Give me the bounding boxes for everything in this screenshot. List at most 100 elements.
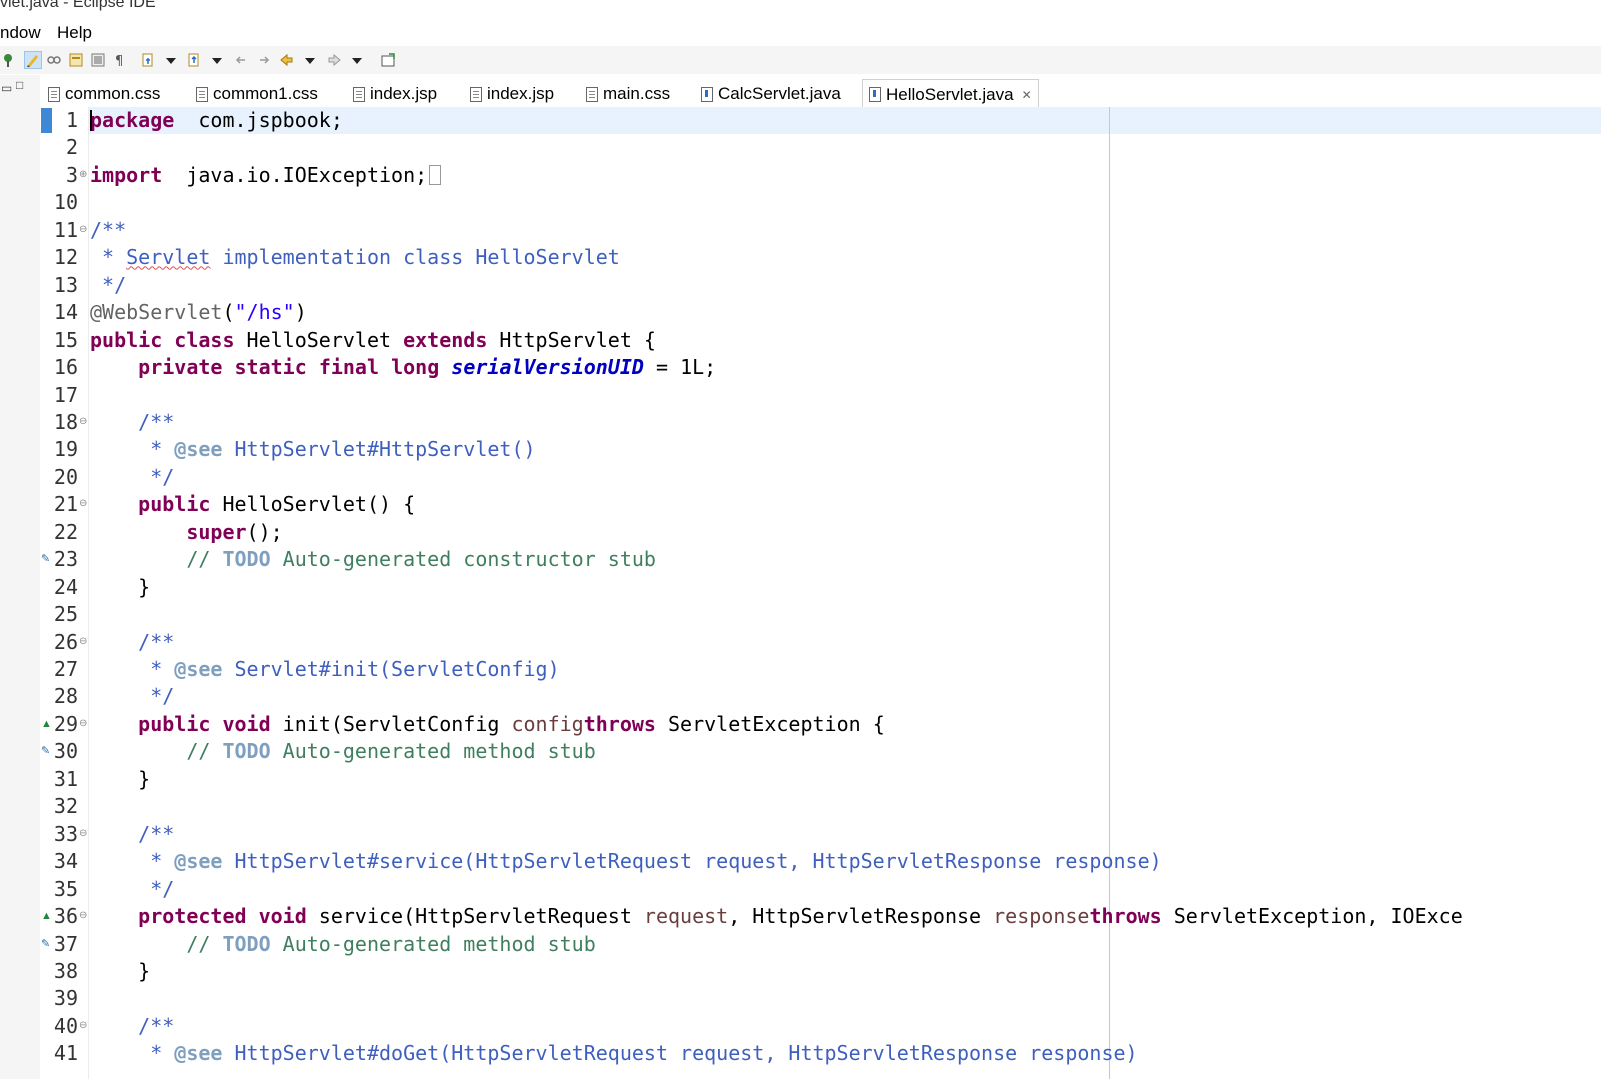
code-line[interactable]: 16 private static final long serialVersi… <box>40 354 1601 381</box>
line-number: 35 <box>53 876 78 901</box>
open-perspective-icon[interactable] <box>380 52 396 68</box>
code-text: // TODO Auto-generated method stub <box>186 739 596 764</box>
file-icon <box>470 86 482 102</box>
pin-icon[interactable] <box>0 52 16 68</box>
code-line[interactable]: 22 super(); <box>40 519 1601 546</box>
code-line[interactable]: 37 ✎ // TODO Auto-generated method stub <box>40 931 1601 958</box>
tab-helloservlet-java[interactable]: HelloServlet.java ✕ <box>862 79 1039 109</box>
file-icon <box>586 86 598 102</box>
collapse-icon[interactable]: ⊖ <box>79 224 87 235</box>
tab-common1-css[interactable]: common1.css <box>196 81 318 107</box>
override-marker-icon[interactable]: ▲ <box>41 911 52 922</box>
code-line[interactable]: 33 ⊖ /** <box>40 821 1601 848</box>
code-line[interactable]: 25 <box>40 601 1601 628</box>
code-line[interactable]: 3 ⊕ import java.io.IOException; <box>40 162 1601 189</box>
code-line[interactable]: 36 ⊖ ▲ protected void service(HttpServletR… <box>40 903 1601 930</box>
close-icon[interactable]: ✕ <box>1022 88 1032 102</box>
maximize-icon[interactable]: □ <box>16 78 23 92</box>
tab-calcservlet-java[interactable]: CalcServlet.java <box>701 81 841 107</box>
code-line[interactable]: 31 } <box>40 766 1601 793</box>
dropdown-icon[interactable] <box>209 52 225 68</box>
tab-label: common.css <box>65 84 161 103</box>
code-line[interactable]: 13 */ <box>40 272 1601 299</box>
highlight-icon[interactable] <box>24 51 42 69</box>
code-line[interactable]: 17 <box>40 382 1601 409</box>
code-line[interactable]: 35 */ <box>40 876 1601 903</box>
next-annotation-icon[interactable] <box>140 52 156 68</box>
folded-region-icon[interactable] <box>429 164 442 185</box>
code-text: /** <box>138 629 175 654</box>
code-line[interactable]: 29 ⊖ ▲ public void init(ServletConfig conf… <box>40 711 1601 738</box>
code-text: @WebServlet("/hs") <box>90 300 307 325</box>
back-icon[interactable] <box>279 52 295 68</box>
code-line[interactable]: 1 package com.jspbook; <box>40 107 1601 134</box>
dropdown-icon[interactable] <box>302 52 318 68</box>
line-number: 24 <box>53 574 78 599</box>
code-text: } <box>90 958 151 983</box>
code-line[interactable]: 12 * Servlet implementation class HelloS… <box>40 244 1601 271</box>
code-line[interactable]: 10 <box>40 189 1601 216</box>
code-line[interactable]: 23 ✎ // TODO Auto-generated constructor s… <box>40 546 1601 573</box>
collapse-icon[interactable]: ⊖ <box>79 636 87 647</box>
tab-index-jsp-2[interactable]: index.jsp <box>470 81 554 107</box>
collapse-icon[interactable]: ⊖ <box>79 416 87 427</box>
collapse-icon[interactable]: ⊖ <box>79 718 87 729</box>
line-number: 41 <box>53 1041 78 1066</box>
tab-common-css[interactable]: common.css <box>48 81 160 107</box>
collapse-icon[interactable]: ⊖ <box>79 828 87 839</box>
code-line[interactable]: 32 <box>40 793 1601 820</box>
code-line[interactable]: 34 * @see HttpServlet#service(HttpServle… <box>40 848 1601 875</box>
code-line[interactable]: 21 ⊖ public HelloServlet() { <box>40 491 1601 518</box>
restore-icon[interactable]: ▭ <box>1 81 12 95</box>
code-text: /** <box>90 217 127 242</box>
tab-label: CalcServlet.java <box>718 84 841 103</box>
collapse-icon[interactable]: ⊖ <box>79 911 87 921</box>
expand-icon[interactable]: ⊕ <box>79 169 87 180</box>
code-line[interactable]: 28 */ <box>40 683 1601 710</box>
forward-edit-icon[interactable] <box>256 52 272 68</box>
collapse-icon[interactable]: ⊖ <box>79 499 87 509</box>
line-number: 32 <box>53 794 78 819</box>
code-line[interactable]: 11 ⊖/** <box>40 217 1601 244</box>
menu-window[interactable]: ndow <box>0 23 41 43</box>
code-line[interactable]: 40 ⊖ /** <box>40 1013 1601 1040</box>
pilcrow-icon[interactable]: ¶ <box>112 52 128 68</box>
block-icon[interactable] <box>90 52 106 68</box>
last-edit-icon[interactable] <box>233 52 249 68</box>
forward-icon[interactable] <box>326 52 342 68</box>
left-panel-stub: ▭ □ <box>0 75 41 1079</box>
code-line[interactable]: 30 ✎ // TODO Auto-generated method stub <box>40 738 1601 765</box>
prev-annotation-icon[interactable] <box>186 52 202 68</box>
code-line[interactable]: 26 ⊖ /** <box>40 629 1601 656</box>
line-number: 21 <box>53 492 78 517</box>
code-editor[interactable]: 1 package com.jspbook; 2 3 ⊕ import java.io.I… <box>40 107 1601 1079</box>
annotation-icon[interactable] <box>68 52 84 68</box>
task-marker-icon[interactable]: ✎ <box>41 938 50 950</box>
code-line[interactable]: 18 ⊖ /** <box>40 409 1601 436</box>
code-line[interactable]: 39 <box>40 985 1601 1012</box>
collapse-icon[interactable]: ⊖ <box>79 1020 87 1031</box>
code-line[interactable]: 20 */ <box>40 464 1601 491</box>
code-line[interactable]: 38 } <box>40 958 1601 985</box>
menu-help[interactable]: Help <box>57 23 92 43</box>
code-line[interactable]: 14 @WebServlet("/hs") <box>40 299 1601 326</box>
link-icon[interactable] <box>46 52 62 68</box>
dropdown-icon[interactable] <box>349 52 365 68</box>
task-marker-icon[interactable]: ✎ <box>41 554 50 565</box>
code-line[interactable]: 2 <box>40 134 1601 161</box>
tab-label: main.css <box>603 84 671 103</box>
code-text: */ <box>90 684 175 709</box>
code-line[interactable]: 15 public class HelloServlet extends Http… <box>40 327 1601 354</box>
code-line[interactable]: 27 * @see Servlet#init(ServletConfig) <box>40 656 1601 683</box>
line-number: 33 <box>53 821 78 846</box>
code-line[interactable]: 19 * @see HttpServlet#HttpServlet() <box>40 436 1601 463</box>
code-text: */ <box>90 464 175 489</box>
task-marker-icon[interactable]: ✎ <box>41 746 50 757</box>
code-text: * @see HttpServlet#doGet(HttpServletRequ… <box>90 1041 1138 1066</box>
tab-main-css[interactable]: main.css <box>586 81 670 107</box>
override-marker-icon[interactable]: ▲ <box>41 718 52 730</box>
code-line[interactable]: 41 * @see HttpServlet#doGet(HttpServletR… <box>40 1040 1601 1067</box>
code-line[interactable]: 24 } <box>40 574 1601 601</box>
tab-index-jsp[interactable]: index.jsp <box>353 81 437 107</box>
dropdown-icon[interactable] <box>163 52 179 68</box>
